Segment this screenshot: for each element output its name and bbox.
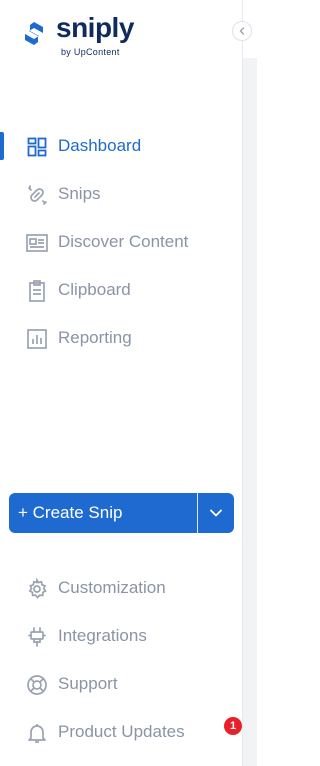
link-icon [26, 184, 48, 206]
create-snip-dropdown-button[interactable] [198, 493, 234, 533]
nav-item-support[interactable]: Support [0, 660, 242, 708]
nav-label-support: Support [58, 674, 118, 693]
brand-logo[interactable]: sniply by UpContent [20, 12, 220, 60]
chevron-down-icon [210, 509, 222, 517]
brand-name: sniply [56, 12, 134, 43]
nav-label-customization: Customization [58, 578, 166, 597]
sidebar: sniply by UpContent Dashboard Snips Disc… [0, 0, 258, 766]
create-snip-group: + Create Snip [9, 493, 234, 533]
chevron-left-icon [239, 27, 245, 35]
chart-icon [26, 328, 48, 350]
nav-item-discover-content[interactable]: Discover Content [0, 218, 242, 266]
newspaper-icon [26, 232, 48, 254]
primary-nav: Dashboard Snips Discover Content Clipboa… [0, 122, 242, 362]
create-snip-divider [197, 493, 198, 533]
nav-item-customization[interactable]: Customization [0, 564, 242, 612]
nav-label-reporting: Reporting [58, 328, 132, 347]
create-snip-button[interactable]: + Create Snip [9, 493, 197, 533]
nav-label-discover-content: Discover Content [58, 232, 189, 251]
dashboard-icon [26, 136, 48, 158]
nav-item-reporting[interactable]: Reporting [0, 314, 242, 362]
brand-tagline: by UpContent [61, 47, 120, 57]
clipboard-icon [26, 280, 48, 302]
collapse-sidebar-button[interactable] [232, 21, 252, 41]
nav-label-integrations: Integrations [58, 626, 147, 645]
sniply-logo-icon [25, 22, 43, 45]
notification-badge: 1 [224, 717, 242, 735]
nav-label-clipboard: Clipboard [58, 280, 131, 299]
secondary-nav: Customization Integrations Support Produ… [0, 564, 242, 756]
nav-item-dashboard[interactable]: Dashboard [0, 122, 242, 170]
active-indicator [0, 132, 4, 160]
nav-label-snips: Snips [58, 184, 101, 203]
nav-label-product-updates: Product Updates [58, 722, 185, 741]
nav-item-product-updates[interactable]: Product Updates [0, 708, 242, 756]
lifebuoy-icon [26, 674, 48, 696]
nav-item-clipboard[interactable]: Clipboard [0, 266, 242, 314]
plug-icon [26, 626, 48, 648]
nav-item-snips[interactable]: Snips [0, 170, 242, 218]
nav-label-dashboard: Dashboard [58, 136, 142, 155]
nav-item-integrations[interactable]: Integrations [0, 612, 242, 660]
bell-icon [26, 722, 48, 744]
sidebar-scroll-rail[interactable] [242, 58, 257, 766]
gear-icon [26, 578, 48, 600]
create-snip-label: + Create Snip [18, 503, 123, 522]
